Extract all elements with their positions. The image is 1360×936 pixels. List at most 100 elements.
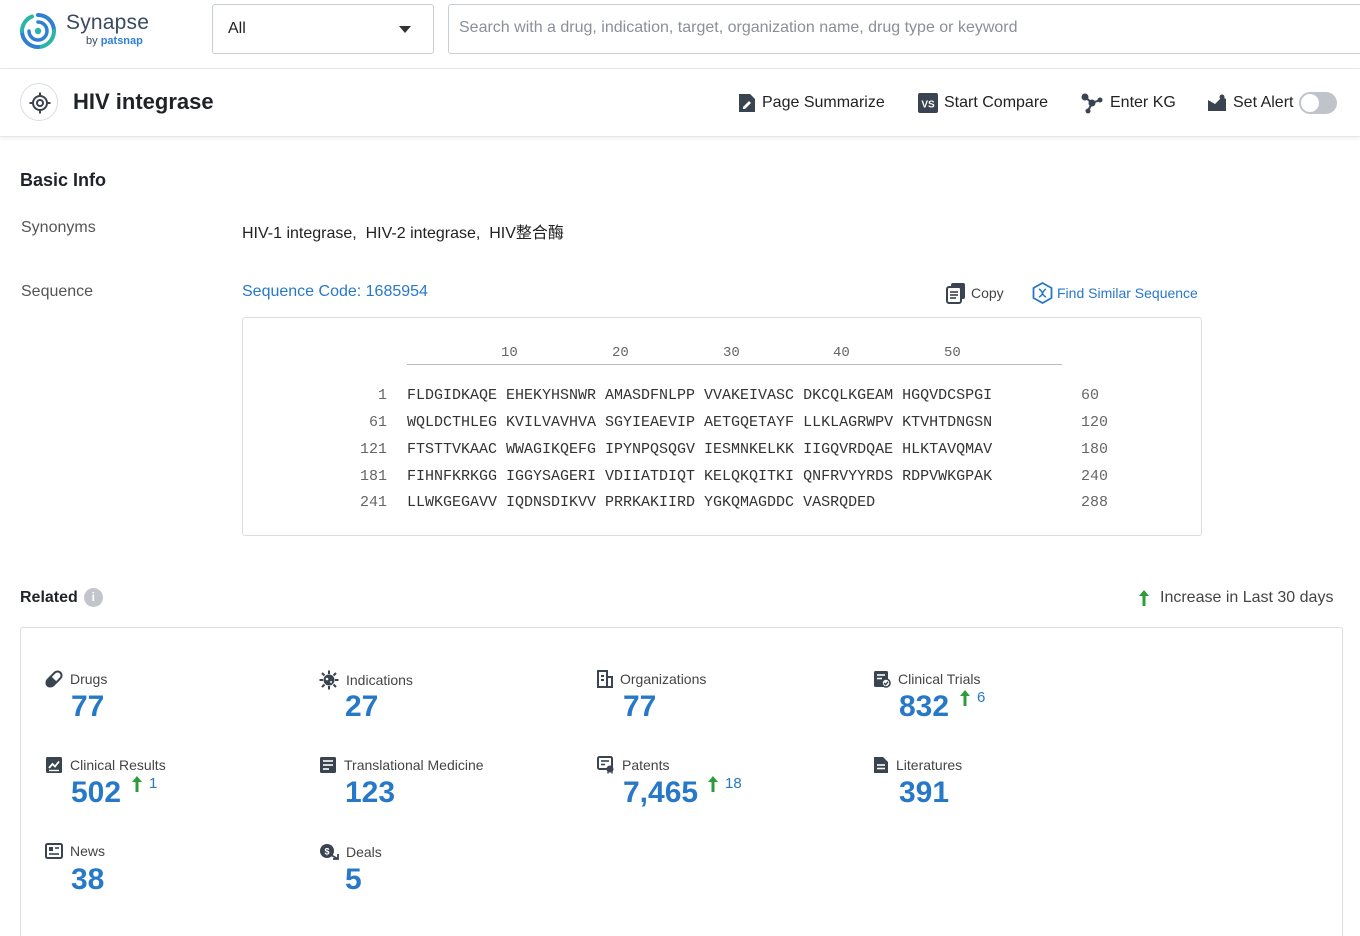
target-icon (29, 92, 51, 114)
stat-deals[interactable]: $ Deals 5 (319, 843, 579, 913)
compare-icon: VS (918, 93, 938, 113)
copy-icon (945, 282, 967, 304)
enter-kg-button[interactable]: Enter KG (1080, 91, 1176, 115)
stat-label: Indications (346, 672, 413, 688)
sequence-code-link[interactable]: Sequence Code: 1685954 (242, 283, 428, 301)
stat-value[interactable]: 391 (899, 776, 949, 810)
stat-clinical-results[interactable]: Clinical Results 502 1 (45, 756, 305, 826)
search-input[interactable] (459, 19, 1339, 37)
stat-organizations[interactable]: Organizations 77 (597, 670, 857, 740)
search-box[interactable] (448, 4, 1360, 54)
toggle-knob (1301, 94, 1319, 112)
sequence-viewer: 10 20 30 40 50 1 FLDGIDKAQE EHEKYHSNWR A… (242, 317, 1202, 536)
knowledge-graph-icon (1080, 92, 1104, 114)
row-start-index: 1 (378, 387, 387, 404)
stat-value[interactable]: 27 (345, 690, 378, 724)
stat-value[interactable]: 502 (71, 776, 121, 810)
stat-label: News (70, 843, 105, 859)
stat-value[interactable]: 7,465 (623, 776, 698, 810)
deal-icon: $ (319, 843, 339, 861)
row-residues: WQLDCTHLEG KVILVAVHVA SGYIEAEVIP AETGQET… (407, 414, 992, 431)
clinical-results-icon (45, 756, 63, 774)
newspaper-icon (45, 843, 63, 859)
stat-indications[interactable]: Indications 27 (319, 670, 579, 740)
sequence-row: 121 FTSTTVKAAC WWAGIKQEFG IPYNPQSQGV IES… (243, 441, 1201, 461)
related-title: Related i (20, 588, 103, 607)
stat-patents[interactable]: Patents 7,465 18 (597, 756, 857, 826)
stat-header: $ Deals (319, 843, 382, 861)
find-similar-sequence-button[interactable]: Find Similar Sequence (1032, 282, 1198, 304)
stat-value[interactable]: 5 (345, 863, 362, 897)
ruler-tick: 50 (944, 345, 961, 361)
stat-value[interactable]: 77 (623, 690, 656, 724)
stat-header: Clinical Trials (873, 670, 980, 688)
arrow-up-icon (1138, 589, 1150, 607)
row-end-index: 240 (1081, 468, 1108, 485)
patent-icon (597, 756, 615, 774)
stat-header: News (45, 843, 105, 859)
synapse-logo-icon (19, 12, 57, 50)
brand-sub-name: patsnap (101, 35, 143, 47)
sequence-row: 61 WQLDCTHLEG KVILVAVHVA SGYIEAEVIP AETG… (243, 414, 1201, 434)
stat-header: Patents (597, 756, 669, 774)
stat-value[interactable]: 123 (345, 776, 395, 810)
target-header: HIV integrase Page Summarize VS Start Co… (0, 69, 1360, 137)
dna-hexagon-icon (1032, 282, 1053, 304)
stat-literatures[interactable]: Literatures 391 (873, 756, 1133, 826)
sequence-row: 241 LLWKGEGAVV IQDNSDIKVV PRRKAKIIRD YGK… (243, 494, 1201, 514)
summarize-icon (738, 93, 756, 113)
start-compare-label: Start Compare (944, 94, 1048, 112)
ruler-tick: 30 (723, 345, 740, 361)
svg-text:$: $ (324, 847, 329, 857)
basic-info-title: Basic Info (20, 170, 106, 191)
stat-increase: 1 (131, 775, 157, 793)
copy-button[interactable]: Copy (945, 282, 1004, 304)
enter-kg-label: Enter KG (1110, 94, 1176, 112)
stat-header: Clinical Results (45, 756, 166, 774)
stat-header: Drugs (45, 670, 107, 688)
synonyms-label: Synonyms (21, 219, 96, 237)
stat-increase: 6 (959, 689, 985, 707)
stat-translational-medicine[interactable]: Translational Medicine 123 (319, 756, 579, 826)
pill-icon (45, 670, 63, 688)
document-icon (873, 756, 889, 774)
caret-down-icon (399, 26, 411, 33)
set-alert-toggle[interactable] (1299, 92, 1337, 114)
brand-sub-prefix: by (86, 35, 98, 47)
find-similar-label: Find Similar Sequence (1057, 285, 1198, 301)
stat-clinical-trials[interactable]: Clinical Trials 832 6 (873, 670, 1133, 740)
stat-value[interactable]: 38 (71, 863, 104, 897)
sequence-label: Sequence (21, 283, 93, 301)
related-title-text: Related (20, 589, 78, 607)
synapse-logo[interactable]: Synapse by patsnap (19, 10, 159, 50)
row-start-index: 121 (360, 441, 387, 458)
increase-legend: Increase in Last 30 days (1138, 589, 1333, 607)
page-summarize-label: Page Summarize (762, 94, 885, 112)
page-summarize-button[interactable]: Page Summarize (738, 91, 885, 115)
stat-value[interactable]: 832 (899, 690, 949, 724)
set-alert-control[interactable]: Set Alert (1207, 91, 1337, 115)
arrow-up-icon (707, 775, 719, 793)
stat-header: Literatures (873, 756, 962, 774)
svg-text:VS: VS (921, 100, 935, 111)
row-residues: FTSTTVKAAC WWAGIKQEFG IPYNPQSQGV IESMNKE… (407, 441, 992, 458)
info-icon[interactable]: i (84, 588, 103, 607)
row-end-index: 288 (1081, 494, 1108, 511)
ruler-tick: 20 (612, 345, 629, 361)
search-scope-select[interactable]: All (212, 4, 434, 54)
stat-label: Translational Medicine (344, 757, 484, 773)
stat-drugs[interactable]: Drugs 77 (45, 670, 305, 740)
stat-increase-value: 1 (149, 775, 157, 792)
stat-news[interactable]: News 38 (45, 843, 305, 913)
row-end-index: 60 (1081, 387, 1099, 404)
stat-label: Clinical Results (70, 757, 166, 773)
row-end-index: 120 (1081, 414, 1108, 431)
sequence-row: 181 FIHNFKRKGG IGGYSAGERI VDIIATDIQT KEL… (243, 468, 1201, 488)
clinical-trial-icon (873, 670, 891, 688)
stat-value[interactable]: 77 (71, 690, 104, 724)
brand-sub: by patsnap (86, 35, 143, 47)
row-residues: FLDGIDKAQE EHEKYHSNWR AMASDFNLPP VVAKEIV… (407, 387, 992, 404)
stat-label: Drugs (70, 671, 107, 687)
row-start-index: 181 (360, 468, 387, 485)
start-compare-button[interactable]: VS Start Compare (918, 91, 1048, 115)
